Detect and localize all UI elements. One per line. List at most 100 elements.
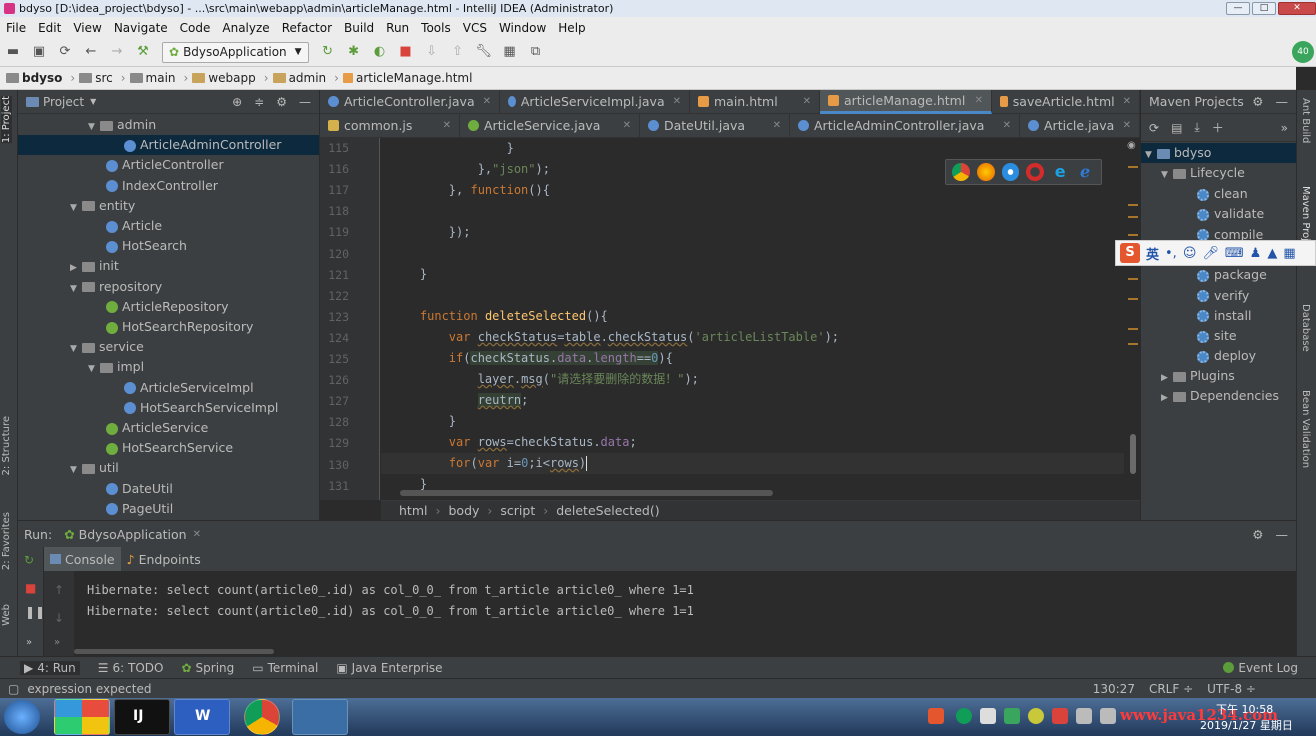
menu-analyze[interactable]: Analyze [216,21,275,35]
code-crumb-function[interactable]: deleteSelected() [556,503,659,518]
settings-wrench-icon[interactable]: 🔧︎ [474,42,494,62]
editor-tab[interactable]: ArticleController.java ✕ [320,89,500,114]
maven-root[interactable]: ▼ bdyso [1141,143,1296,163]
opera-icon[interactable] [1026,163,1045,181]
more-icon[interactable]: » [54,637,60,648]
user-icon[interactable]: ♟ [1250,246,1262,261]
hide-panel-icon[interactable]: — [1276,527,1289,542]
project-tree-item[interactable]: ▼ admin [18,115,319,135]
tool-tab-project[interactable]: 1: Project [1,96,12,144]
minimize-button[interactable]: — [1226,2,1250,15]
ie-icon[interactable]: e [1051,163,1069,181]
code-crumb-script[interactable]: script [500,503,535,518]
maven-goal[interactable]: validate [1197,204,1264,224]
close-tab-icon[interactable]: ✕ [773,120,781,131]
taskbar-chrome[interactable] [244,699,280,735]
tray-network-icon[interactable] [1076,708,1092,724]
editor-tab[interactable]: ArticleAdminController.java ✕ [790,113,1020,138]
more-icon[interactable]: » [1281,121,1288,135]
start-button-icon[interactable] [4,700,40,734]
breadcrumb-webapp[interactable]: webapp [192,71,256,85]
firefox-icon[interactable] [976,163,995,181]
breadcrumb-project[interactable]: bdyso [6,71,62,85]
tool-tab-structure[interactable]: 2: Structure [1,416,12,475]
editor-tab[interactable]: common.js ✕ [320,113,460,138]
more-icon[interactable]: » [26,637,32,648]
taskbar-wps[interactable]: W [174,699,230,735]
breadcrumb-main[interactable]: main [129,71,176,85]
close-tab-icon[interactable]: ✕ [803,96,811,107]
editor-tab[interactable]: articleManage.html ✕ [820,89,992,114]
scroll-up-icon[interactable]: ↑ [54,583,64,597]
breadcrumb-file[interactable]: articleManage.html [342,71,472,85]
breadcrumb-admin[interactable]: admin [272,71,326,85]
edge-icon[interactable]: ℯ [1076,163,1094,181]
tray-antivirus-icon[interactable] [1052,708,1068,724]
tool-tab-bean-validation[interactable]: Bean Validation [1300,390,1311,468]
tool-tab-favorites[interactable]: 2: Favorites [1,512,12,570]
tool-window-todo[interactable]: ☰ 6: TODO [98,661,164,675]
gear-icon[interactable]: ⚙ [1252,94,1263,109]
close-icon[interactable]: ✕ [193,529,201,540]
editor-tab[interactable]: saveArticle.html ✕ [992,89,1140,114]
tool-window-java-enterprise[interactable]: ▣ Java Enterprise [336,661,442,675]
tab-console[interactable]: Console [44,547,121,571]
clock-date[interactable]: 2019/1/27 星期日 [1200,717,1293,733]
console-output[interactable]: Hibernate: select count(article0_.id) as… [74,571,1296,656]
taskbar-dolphin-app[interactable] [292,699,348,735]
tray-cloud-icon[interactable] [980,708,996,724]
stop-icon[interactable]: ■ [25,581,36,595]
project-tree-item[interactable]: ▼ util [18,458,319,478]
menu-build[interactable]: Build [338,21,380,35]
maven-goal[interactable]: package [1197,265,1267,285]
upload-icon[interactable]: ⇧ [448,42,468,62]
close-tab-icon[interactable]: ✕ [443,120,451,131]
ime-lang-toggle[interactable]: 英 [1146,244,1159,263]
project-tree-item[interactable]: ▼ entity [18,196,319,216]
build-hammer-icon[interactable]: ⚒ [133,42,153,62]
chevron-down-icon[interactable]: ▼ [88,117,100,137]
taskbar-pinwheel-app[interactable] [54,699,110,735]
project-tree-item[interactable]: HotSearch [18,236,319,256]
close-tab-icon[interactable]: ✕ [1123,120,1131,131]
vertical-scrollbar-thumb[interactable] [1130,434,1136,474]
sdk-icon[interactable]: ⧉ [526,42,546,62]
chevron-down-icon[interactable]: ▼ [88,359,100,379]
tray-sogou-icon[interactable] [928,708,944,724]
project-structure-icon[interactable]: ▦ [500,42,520,62]
line-separator[interactable]: CRLF ÷ [1149,682,1193,696]
menu-file[interactable]: File [0,21,32,35]
forward-arrow-icon[interactable]: → [107,42,127,62]
chevron-down-icon[interactable]: ▼ [70,339,82,359]
menu-help[interactable]: Help [552,21,591,35]
chevron-down-icon[interactable]: ▼ [90,97,96,106]
chrome-icon[interactable] [952,163,970,181]
tool-tab-web[interactable]: Web [1,604,12,626]
gear-icon[interactable]: ⚙ [276,95,287,109]
scroll-down-icon[interactable]: ↓ [54,611,64,625]
scroll-from-source-icon[interactable]: ⊕ [232,95,242,109]
maven-goal[interactable]: site [1197,326,1237,346]
maven-dependencies[interactable]: ▶ Dependencies [1161,386,1279,406]
menu-navigate[interactable]: Navigate [108,21,174,35]
editor-tab[interactable]: main.html ✕ [690,89,820,114]
tool-window-spring[interactable]: ✿ Spring [181,661,234,675]
menu-view[interactable]: View [67,21,107,35]
project-tree-item[interactable]: DateUtil [18,479,319,499]
chevron-down-icon[interactable]: ▼ [70,460,82,480]
reimport-icon[interactable]: ⟳ [1149,121,1159,135]
add-icon[interactable]: ＋ [1212,119,1224,136]
project-tree-item[interactable]: PageUtil [18,499,319,519]
close-button[interactable]: ✕ [1278,2,1316,15]
console-hscroll[interactable] [74,649,274,654]
close-tab-icon[interactable]: ✕ [623,120,631,131]
maven-lifecycle[interactable]: ▼ Lifecycle [1161,163,1245,183]
project-tree-item[interactable]: HotSearchService [18,438,319,458]
tray-display-icon[interactable] [1100,708,1116,724]
punctuation-icon[interactable]: •, [1165,246,1177,261]
rerun-icon[interactable]: ↻ [24,553,34,567]
emoji-icon[interactable]: ☺ [1183,246,1197,261]
maximize-button[interactable]: □ [1252,2,1276,15]
code-crumb-body[interactable]: body [448,503,479,518]
caret-position[interactable]: 130:27 [1093,682,1135,696]
